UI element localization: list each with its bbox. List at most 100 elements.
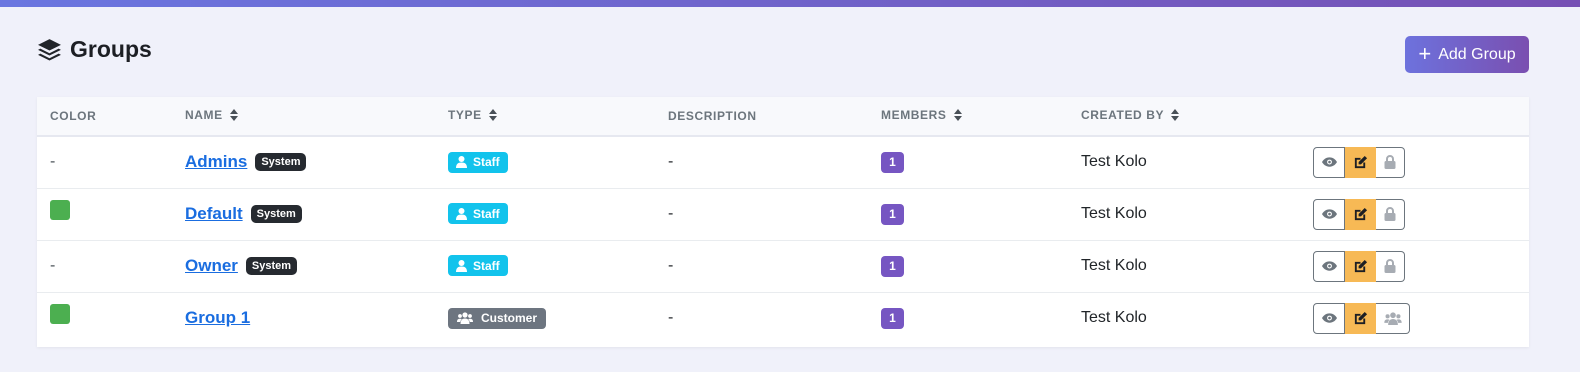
eye-icon [1321, 313, 1337, 323]
cell-members: 1 [868, 136, 1068, 188]
cell-color: - [50, 257, 56, 274]
cell-type: Staff [435, 136, 655, 188]
cell-description: - [668, 309, 674, 327]
cell-actions [1300, 188, 1529, 240]
edit-button[interactable] [1345, 198, 1376, 230]
view-button[interactable] [1313, 302, 1345, 334]
members-count-badge: 1 [881, 255, 904, 277]
layer-group-icon [38, 39, 61, 61]
row-actions [1313, 146, 1405, 178]
group-name-link[interactable]: Admins [185, 152, 247, 171]
view-button[interactable] [1313, 198, 1345, 230]
add-group-label: Add Group [1438, 45, 1516, 63]
cell-type: Staff [435, 240, 655, 292]
edit-icon [1354, 207, 1368, 220]
cell-members: 1 [868, 240, 1068, 292]
table-row: Group 1 Customer - 1 Test Kolo [37, 292, 1529, 344]
edit-icon [1354, 311, 1368, 324]
lock-icon [1384, 155, 1396, 170]
cell-created-by: Test Kolo [1081, 257, 1147, 274]
row-actions [1313, 302, 1410, 334]
column-header-type[interactable]: TYPE [435, 97, 655, 136]
cell-members: 1 [868, 292, 1068, 344]
table-row: - Owner System Staff - 1 Test Kolo [37, 240, 1529, 292]
type-badge: Staff [448, 203, 508, 225]
members-count-badge: 1 [881, 151, 904, 173]
add-group-button[interactable]: + Add Group [1405, 36, 1529, 73]
column-header-members[interactable]: MEMBERS [868, 97, 1068, 136]
cell-color: - [50, 153, 56, 171]
cell-created-by: Test Kolo [1081, 309, 1147, 327]
lock-icon [1384, 207, 1396, 221]
column-header-actions [1300, 97, 1529, 136]
cell-color [37, 188, 172, 240]
system-badge: System [255, 153, 307, 172]
type-badge: Customer [448, 307, 547, 329]
system-badge: System [245, 257, 298, 275]
edit-icon [1354, 259, 1368, 272]
cell-members: 1 [868, 188, 1068, 240]
column-header-name[interactable]: NAME [172, 97, 435, 136]
cell-created-by: Test Kolo [1081, 153, 1147, 171]
group-name-link[interactable]: Group 1 [185, 308, 250, 327]
sort-icon[interactable] [229, 108, 238, 124]
column-header-color: COLOR [50, 109, 97, 123]
type-badge: Staff [448, 255, 508, 277]
cell-name: Owner System [172, 240, 435, 292]
members-count-badge: 1 [881, 203, 904, 225]
cell-type: Staff [435, 188, 655, 240]
edit-icon [1354, 155, 1368, 168]
groups-table: COLOR NAME TYPE DESCRIPTION MEMBERS CREA… [37, 97, 1529, 344]
type-badge: Staff [448, 151, 508, 173]
page-title-text: Groups [70, 36, 152, 62]
top-accent-bar [0, 0, 1580, 7]
eye-icon [1321, 157, 1337, 167]
users-icon [1383, 312, 1402, 325]
members-count-badge: 1 [881, 307, 904, 329]
column-header-description: DESCRIPTION [668, 109, 757, 123]
cell-color [37, 292, 172, 344]
cell-created-by: Test Kolo [1081, 205, 1147, 222]
row-actions [1313, 198, 1405, 230]
sort-icon[interactable] [1171, 108, 1180, 124]
cell-description: - [668, 205, 674, 222]
color-swatch [50, 199, 70, 220]
table-header-row: COLOR NAME TYPE DESCRIPTION MEMBERS CREA… [37, 97, 1529, 136]
users-icon [457, 312, 473, 324]
system-badge: System [250, 205, 302, 223]
manage-members-button[interactable] [1376, 302, 1410, 334]
sort-icon[interactable] [953, 108, 962, 124]
cell-actions [1300, 240, 1529, 292]
lock-button[interactable] [1376, 250, 1405, 282]
cell-name: Default System [172, 188, 435, 240]
view-button[interactable] [1313, 146, 1345, 178]
lock-icon [1384, 259, 1396, 273]
lock-button[interactable] [1376, 146, 1405, 178]
page-header: Groups + Add Group [37, 34, 1529, 74]
lock-button[interactable] [1376, 198, 1405, 230]
cell-actions [1300, 136, 1529, 188]
edit-button[interactable] [1345, 250, 1376, 282]
color-swatch [50, 304, 70, 325]
user-icon [456, 156, 467, 168]
plus-icon: + [1418, 40, 1432, 66]
cell-name: Group 1 [172, 292, 435, 344]
edit-button[interactable] [1345, 302, 1376, 334]
cell-type: Customer [435, 292, 655, 344]
group-name-link[interactable]: Owner [185, 256, 238, 275]
view-button[interactable] [1313, 250, 1345, 282]
user-icon [456, 259, 467, 272]
eye-icon [1321, 209, 1337, 219]
page-title: Groups [37, 36, 152, 63]
table-row: Default System Staff - 1 Test Kolo [37, 188, 1529, 240]
group-name-link[interactable]: Default [185, 204, 243, 223]
user-icon [456, 207, 467, 220]
cell-actions [1300, 292, 1529, 344]
column-header-created-by[interactable]: CREATED BY [1068, 97, 1300, 136]
sort-icon[interactable] [488, 108, 497, 124]
row-actions [1313, 250, 1405, 282]
groups-table-card: COLOR NAME TYPE DESCRIPTION MEMBERS CREA… [37, 97, 1529, 347]
edit-button[interactable] [1345, 146, 1376, 178]
cell-name: Admins System [172, 136, 435, 188]
cell-description: - [668, 257, 674, 274]
